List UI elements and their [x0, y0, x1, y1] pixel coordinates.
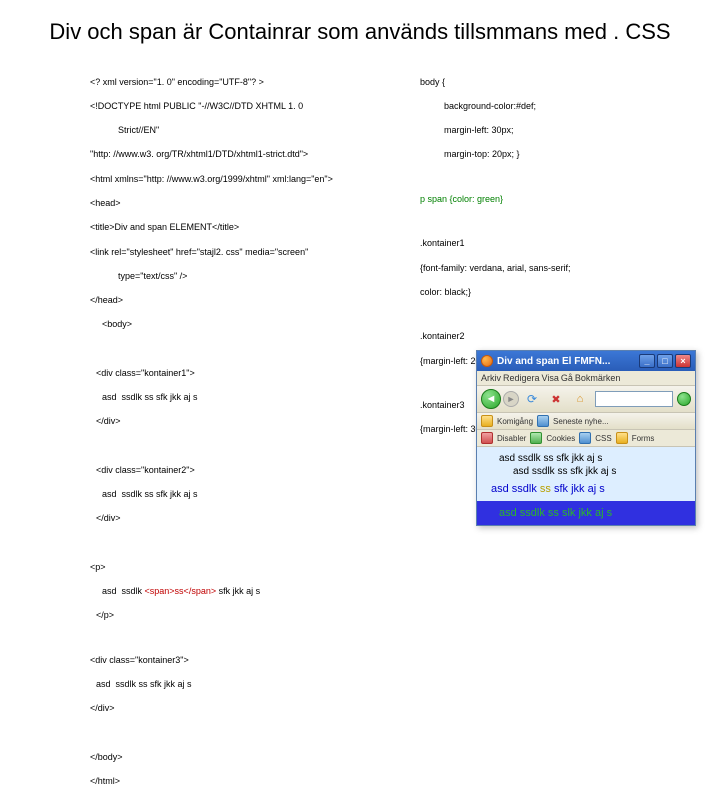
nav-toolbar: ◄ ► ⟳ ✖ ⌂ [477, 386, 695, 413]
toolbar-link[interactable]: Disabler [497, 434, 526, 443]
code-line: margin-top: 20px; } [420, 148, 680, 160]
menu-item[interactable]: Redigera [503, 373, 540, 383]
code-line: <div class="kontainer1"> [90, 367, 390, 379]
kontainer2-text: asd ssdlk ss sfk jkk aj s [499, 466, 691, 477]
menu-item[interactable]: Gå [561, 373, 573, 383]
code-line: <? xml version="1. 0" encoding="UTF-8"? … [90, 76, 390, 88]
code-line: <div class="kontainer2"> [90, 464, 390, 476]
window-titlebar: Div and span El FMFN... _ □ × [477, 351, 695, 371]
code-line: asd ssdlk ss sfk jkk aj s [90, 391, 390, 403]
code-line: margin-left: 30px; [420, 124, 680, 136]
page-content: asd ssdlk ss sfk jkk aj s asd ssdlk ss s… [477, 447, 695, 525]
firefox-icon [481, 355, 493, 367]
forms-icon[interactable] [616, 432, 628, 444]
code-line: <head> [90, 197, 390, 209]
code-line: asd ssdlk ss sfk jkk aj s [90, 488, 390, 500]
menu-bar: Arkiv Redigera Visa Gå Bokmärken [477, 371, 695, 386]
cookies-icon[interactable] [530, 432, 542, 444]
bookmark-link[interactable]: Seneste nyhe... [553, 417, 609, 426]
code-line: </body> [90, 751, 390, 763]
bookmark-link[interactable]: Komigång [497, 417, 533, 426]
slide-title: Div och span är Containrar som används t… [0, 0, 720, 46]
close-button[interactable]: × [675, 354, 691, 368]
code-line: .kontainer2 [420, 330, 680, 342]
bookmark-icon[interactable] [481, 415, 493, 427]
code-line: "http: //www.w3. org/TR/xhtml1/DTD/xhtml… [90, 148, 390, 160]
stop-button[interactable]: ✖ [545, 389, 567, 409]
paragraph-text: asd ssdlk ss sfk jkk aj s [491, 483, 691, 495]
toolbar-link[interactable]: CSS [595, 434, 611, 443]
kontainer3-text: asd ssdlk ss slk jkk aj s [477, 501, 695, 525]
code-line: <p> [90, 561, 390, 573]
code-line: </p> [90, 609, 390, 621]
menu-item[interactable]: Arkiv [481, 373, 501, 383]
browser-window: Div and span El FMFN... _ □ × Arkiv Redi… [476, 350, 696, 526]
toolbar-link[interactable]: Forms [632, 434, 655, 443]
code-line: Strict//EN" [90, 124, 390, 136]
code-line: </html> [90, 775, 390, 787]
code-line: <link rel="stylesheet" href="stajl2. css… [90, 246, 390, 258]
code-line: .kontainer1 [420, 237, 680, 249]
disable-icon[interactable] [481, 432, 493, 444]
code-line: </head> [90, 294, 390, 306]
toolbar-link[interactable]: Cookies [546, 434, 575, 443]
html-source-code: <? xml version="1. 0" encoding="UTF-8"? … [90, 64, 390, 812]
code-line: <title>Div and span ELEMENT</title> [90, 221, 390, 233]
reload-button[interactable]: ⟳ [521, 389, 543, 409]
code-line: asd ssdlk <span>ss</span> sfk jkk aj s [90, 585, 390, 597]
minimize-button[interactable]: _ [639, 354, 655, 368]
code-line: <body> [90, 318, 390, 330]
code-line: <div class="kontainer3"> [90, 654, 390, 666]
code-line: asd ssdlk ss sfk jkk aj s [90, 678, 390, 690]
code-line: <!DOCTYPE html PUBLIC "-//W3C//DTD XHTML… [90, 100, 390, 112]
back-button[interactable]: ◄ [481, 389, 501, 409]
code-line: color: black;} [420, 286, 680, 298]
code-line: type="text/css" /> [90, 270, 390, 282]
devtools-toolbar: Disabler Cookies CSS Forms [477, 430, 695, 447]
kontainer1-text: asd ssdlk ss sfk jkk aj s [499, 453, 691, 464]
menu-item[interactable]: Bokmärken [575, 373, 621, 383]
code-line: </div> [90, 415, 390, 427]
news-icon[interactable] [537, 415, 549, 427]
code-line: <html xmlns="http: //www.w3.org/1999/xht… [90, 173, 390, 185]
go-button[interactable] [677, 392, 691, 406]
window-title: Div and span El FMFN... [497, 356, 637, 367]
menu-item[interactable]: Visa [542, 373, 559, 383]
address-bar[interactable] [595, 391, 673, 407]
code-line: </div> [90, 702, 390, 714]
code-line: p span {color: green} [420, 193, 680, 205]
code-line: background-color:#def; [420, 100, 680, 112]
maximize-button[interactable]: □ [657, 354, 673, 368]
bookmark-toolbar: Komigång Seneste nyhe... [477, 413, 695, 430]
css-icon[interactable] [579, 432, 591, 444]
forward-button[interactable]: ► [503, 391, 519, 407]
code-line: body { [420, 76, 680, 88]
home-button[interactable]: ⌂ [569, 389, 591, 409]
code-line: </div> [90, 512, 390, 524]
code-line: {font-family: verdana, arial, sans-serif… [420, 262, 680, 274]
